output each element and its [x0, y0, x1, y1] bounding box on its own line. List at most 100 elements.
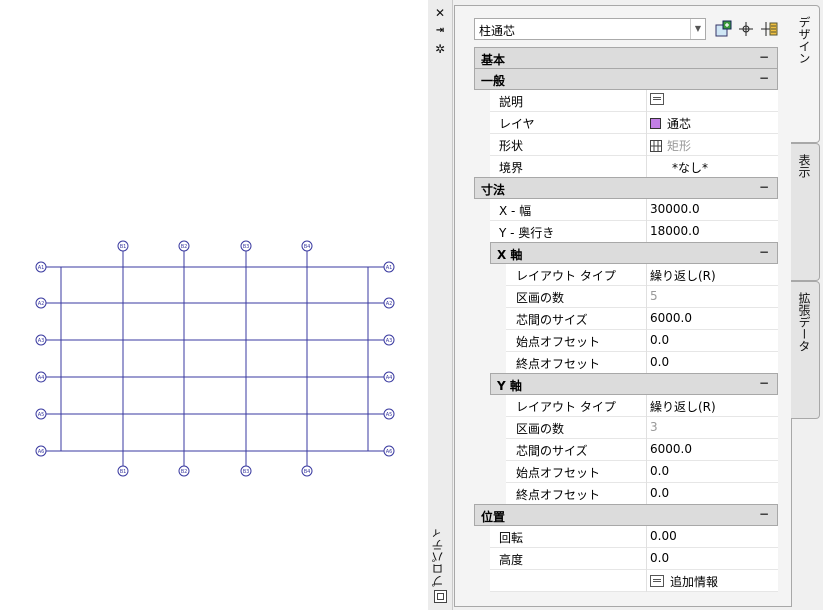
- property-row[interactable]: レイアウト タイプ 繰り返し(R): [474, 264, 778, 286]
- collapse-icon[interactable]: −: [759, 376, 769, 390]
- property-value[interactable]: 0.0: [650, 355, 669, 369]
- property-value[interactable]: 0.0: [650, 333, 669, 347]
- description-editor-icon[interactable]: [650, 93, 664, 105]
- property-row[interactable]: 終点オフセット 0.0: [474, 352, 778, 374]
- property-row[interactable]: レイヤ 通芯: [474, 112, 778, 134]
- property-value[interactable]: 3: [650, 420, 658, 434]
- row-gutter: [490, 461, 506, 483]
- property-row[interactable]: レイアウト タイプ 繰り返し(R): [474, 395, 778, 417]
- property-row[interactable]: 説明: [474, 90, 778, 112]
- property-value[interactable]: 矩形: [650, 137, 691, 154]
- collapse-icon[interactable]: −: [759, 507, 769, 521]
- property-row[interactable]: 形状 矩形: [474, 134, 778, 156]
- property-value[interactable]: 6000.0: [650, 311, 692, 325]
- property-row[interactable]: 終点オフセット 0.0: [474, 483, 778, 505]
- close-icon[interactable]: ✕: [433, 6, 447, 20]
- column-grid-drawing[interactable]: B1 B2 B3 B4 B1 B2 B3 B4 A1 A2 A3 A4 A5 A6 A1 A2 A3 A4 A5 A6: [0, 0, 428, 610]
- row-gutter: [474, 526, 490, 548]
- column-divider: [646, 330, 647, 352]
- chevron-down-icon[interactable]: ▼: [690, 19, 705, 39]
- property-name: 境界: [499, 161, 524, 175]
- select-objects-icon[interactable]: [714, 20, 732, 38]
- property-value[interactable]: 0.0: [650, 464, 669, 478]
- settings-icon[interactable]: ✲: [433, 42, 447, 56]
- property-row[interactable]: 追加情報: [474, 570, 778, 592]
- property-name: 芯間のサイズ: [516, 313, 588, 327]
- property-row[interactable]: 始点オフセット 0.0: [474, 330, 778, 352]
- collapse-icon[interactable]: −: [759, 71, 769, 85]
- row-gutter: [474, 156, 490, 178]
- property-value[interactable]: 通芯: [650, 115, 691, 132]
- property-row[interactable]: 始点オフセット 0.0: [474, 461, 778, 483]
- property-value[interactable]: 30000.0: [650, 202, 700, 216]
- property-value[interactable]: 18000.0: [650, 224, 700, 238]
- additional-info-icon[interactable]: [650, 575, 664, 587]
- property-name: 区画の数: [516, 291, 565, 305]
- property-value-text: 5: [650, 289, 658, 303]
- property-value[interactable]: 繰り返し(R): [650, 398, 716, 415]
- column-divider: [646, 439, 647, 461]
- row-gutter: [474, 199, 490, 221]
- property-row[interactable]: 芯間のサイズ 6000.0: [474, 308, 778, 330]
- property-value[interactable]: *なし*: [672, 159, 708, 176]
- property-row[interactable]: 区画の数 5: [474, 286, 778, 308]
- property-value[interactable]: 0.0: [650, 551, 669, 565]
- row-gutter: [474, 264, 490, 286]
- property-value[interactable]: 追加情報: [650, 573, 718, 590]
- column-divider: [646, 156, 647, 178]
- property-row[interactable]: 高度 0.0: [474, 548, 778, 570]
- property-name: レイアウト タイプ: [516, 269, 616, 283]
- property-row[interactable]: X - 幅 30000.0: [474, 199, 778, 221]
- property-row[interactable]: 境界 *なし*: [474, 156, 778, 178]
- property-value[interactable]: 0.0: [650, 486, 669, 500]
- category-header[interactable]: 一般 −: [474, 68, 778, 90]
- property-value[interactable]: [650, 93, 670, 107]
- property-name: 終点オフセット: [516, 488, 601, 502]
- grid-boundary: [60, 266, 369, 452]
- row-gutter: [474, 548, 490, 570]
- grid-bubble-label: A5: [38, 412, 45, 418]
- grid-bubble-label: A3: [38, 338, 45, 344]
- category-header[interactable]: Y 軸 −: [490, 373, 778, 395]
- property-value[interactable]: 繰り返し(R): [650, 267, 716, 284]
- property-row[interactable]: 芯間のサイズ 6000.0: [474, 439, 778, 461]
- quick-select-icon[interactable]: [760, 20, 778, 38]
- row-gutter: [474, 439, 490, 461]
- collapse-icon[interactable]: −: [759, 180, 769, 194]
- property-value[interactable]: 6000.0: [650, 442, 692, 456]
- category-header[interactable]: 位置 −: [474, 504, 778, 526]
- row-gutter: [490, 286, 506, 308]
- property-grid: 基本 − 一般 − 説明 レイヤ 通芯 形状 矩形 境界 *なし* 寸法 − X - 幅 30000.0 Y …: [474, 47, 778, 592]
- palette-tabs: デザイン 表示 拡張データ: [791, 0, 823, 610]
- property-row[interactable]: 回転 0.00: [474, 526, 778, 548]
- style-select-value: 柱通芯: [479, 24, 516, 38]
- row-gutter: [474, 395, 490, 417]
- property-value[interactable]: 0.00: [650, 529, 677, 543]
- category-header[interactable]: 基本 −: [474, 47, 778, 69]
- style-select[interactable]: 柱通芯 ▼: [474, 18, 706, 40]
- property-name: 芯間のサイズ: [516, 444, 588, 458]
- row-gutter: [474, 352, 490, 374]
- property-row[interactable]: 区画の数 3: [474, 417, 778, 439]
- auto-hide-icon[interactable]: ⇥: [433, 24, 447, 38]
- property-name: 区画の数: [516, 422, 565, 436]
- row-gutter: [474, 308, 490, 330]
- drawing-canvas[interactable]: B1 B2 B3 B4 B1 B2 B3 B4 A1 A2 A3 A4 A5 A6 A1 A2 A3 A4 A5 A6: [0, 0, 428, 610]
- row-gutter: [474, 483, 490, 505]
- category-header[interactable]: X 軸 −: [490, 242, 778, 264]
- tab-design[interactable]: デザイン: [791, 5, 820, 143]
- grid-shape-icon: [650, 139, 667, 153]
- tab-display[interactable]: 表示: [791, 143, 820, 281]
- row-gutter: [490, 352, 506, 374]
- pick-point-icon[interactable]: [737, 20, 755, 38]
- row-gutter: [474, 417, 490, 439]
- collapse-icon[interactable]: −: [759, 50, 769, 64]
- property-row[interactable]: Y - 奥行き 18000.0: [474, 221, 778, 243]
- category-header[interactable]: 寸法 −: [474, 177, 778, 199]
- property-name: 高度: [499, 553, 524, 567]
- palette-menu-icon[interactable]: [434, 590, 447, 603]
- tab-extended-data[interactable]: 拡張データ: [791, 281, 820, 419]
- tab-display-label: 表示: [797, 154, 811, 178]
- property-value[interactable]: 5: [650, 289, 658, 303]
- collapse-icon[interactable]: −: [759, 245, 769, 259]
